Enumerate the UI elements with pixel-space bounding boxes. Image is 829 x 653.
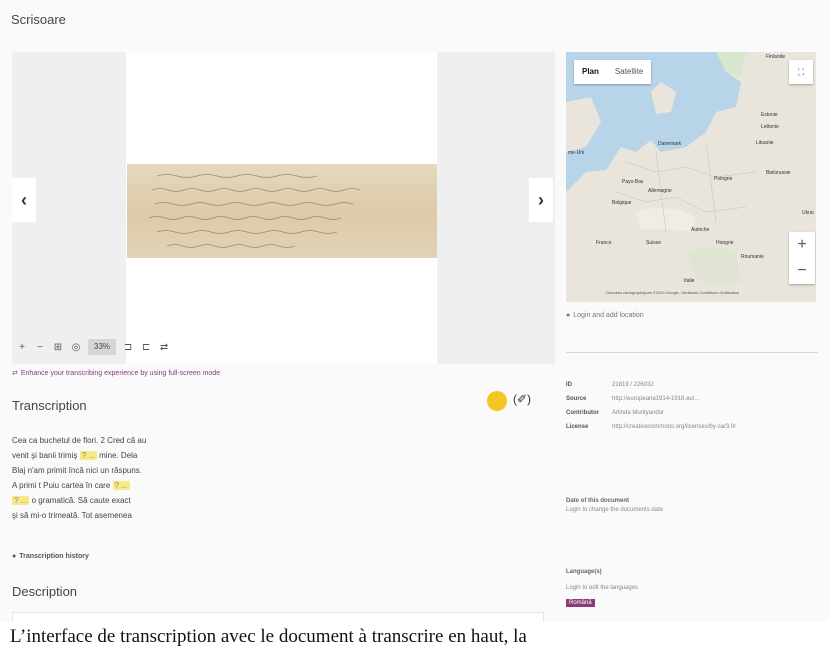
map-label: Italie: [684, 278, 695, 284]
transcription-history-link[interactable]: ● Transcription history: [12, 553, 89, 560]
viewer-toolbar: + − ⊞ ◎ 33% ⊐ ⊏ ⇄: [16, 338, 170, 356]
expand-icon: ⇄: [12, 370, 18, 377]
map-label: Autriche: [691, 227, 710, 233]
map-label: Suisse: [646, 240, 662, 246]
unclear-mark[interactable]: ? ...: [12, 496, 30, 505]
status-dot: [487, 391, 507, 411]
map-tab-satellite[interactable]: Satellite: [607, 60, 651, 84]
map-label: Finlande: [766, 54, 786, 60]
map-zoom-out-button[interactable]: −: [789, 258, 815, 284]
rotate-right-icon[interactable]: ⊏: [140, 339, 152, 355]
map-label: Ukrai: [802, 210, 814, 216]
map-tab-plan[interactable]: Plan: [574, 60, 607, 84]
transcription-line: Cea ca buchetul de flori. 2 Cred că au: [12, 436, 147, 445]
transcription-line: ? ... o gramatică. Să caute exact: [12, 496, 131, 505]
image-caption: L’interface de transcription avec le doc…: [0, 622, 829, 653]
reset-zoom-icon[interactable]: ◎: [70, 339, 82, 355]
map-label: Pays-Bas: [622, 179, 644, 185]
map-zoom-control: + −: [789, 232, 815, 284]
metadata-row: ID 21819 / 226032: [566, 382, 654, 388]
map-label: Danemark: [658, 141, 682, 147]
unclear-mark[interactable]: ? ...: [79, 451, 97, 460]
login-location-text: Login and add location: [573, 312, 644, 319]
fullscreen-link[interactable]: ⇄ Enhance your transcribing experience b…: [12, 369, 221, 378]
page-title: Scrisoare: [11, 12, 66, 27]
map-label: Pologne: [714, 176, 733, 182]
document-viewer[interactable]: ‹ › + − ⊞ ◎ 33% ⊐ ⊏ ⇄: [12, 52, 555, 364]
language-badge: Română: [566, 599, 595, 607]
unclear-mark[interactable]: ? ...: [112, 481, 130, 490]
language-heading: Language(s): [566, 569, 602, 575]
map-type-tabs: Plan Satellite: [574, 60, 652, 84]
transcription-line: Blaj n'am primit încă nici un răspuns.: [12, 466, 143, 475]
zoom-level: 33%: [88, 339, 117, 355]
map-fullscreen-button[interactable]: ⛶: [789, 60, 813, 84]
map-label: Belgique: [612, 200, 632, 206]
metadata-row: Source http://europeana1914-1918.eu/...: [566, 392, 736, 406]
metadata-row: Contributor Arlinda Muntyandor: [566, 410, 665, 416]
page: Scrisoare ‹ › + − ⊞ ◎ 33% ⊐ ⊏ ⇄ ⇄ Enhanc…: [0, 0, 829, 653]
previous-page-button[interactable]: ‹: [12, 178, 36, 222]
license-link[interactable]: http://creativecommons.org/licenses/by-s…: [612, 420, 736, 434]
zoom-in-button[interactable]: +: [16, 339, 28, 355]
map-attribution[interactable]: Données cartographiques ©2019 Google, Ge…: [606, 290, 739, 295]
transcription-text: Cea ca buchetul de flori. 2 Cred că au v…: [12, 433, 242, 523]
map-label: Estonie: [761, 112, 778, 118]
map-label: Bielorussie: [766, 170, 791, 176]
map-label: Lituanie: [756, 140, 774, 146]
location-pin-icon: ●: [566, 312, 571, 319]
language-login-note[interactable]: Login to edit the languages: [566, 585, 638, 591]
map-label: Allemagne: [648, 188, 672, 194]
zoom-out-button[interactable]: −: [34, 339, 46, 355]
divider: [566, 352, 818, 353]
transcription-line: A primi t Puiu cartea în care ? ...: [12, 481, 130, 490]
metadata-table: ID 21819 / 226032 Source http://europeana1…: [566, 378, 736, 434]
history-icon: ●: [12, 553, 17, 560]
source-link[interactable]: http://europeana1914-1918.eu/...: [612, 392, 699, 406]
login-add-location-link[interactable]: ● Login and add location: [566, 312, 644, 319]
location-map[interactable]: Plan Satellite ⛶ Finlande Estonie Letton…: [566, 52, 816, 302]
transcription-line: venit şi banii trimiş ? ... mine. Dela: [12, 451, 138, 460]
next-page-button[interactable]: ›: [529, 178, 553, 222]
metadata-row: License http://creativecommons.org/licens…: [566, 420, 736, 434]
map-label: me-Uni: [568, 150, 585, 156]
map-label: Roumanie: [741, 254, 764, 260]
document-image[interactable]: [127, 164, 437, 258]
transcription-title: Transcription: [12, 398, 87, 413]
description-title: Description: [12, 584, 78, 599]
date-heading: Date of this document: [566, 498, 630, 504]
flip-icon[interactable]: ⇄: [158, 339, 170, 355]
history-label: Transcription history: [19, 553, 89, 560]
rotate-left-icon[interactable]: ⊐: [122, 339, 134, 355]
transcription-line: şi să mi-o trimeată. Tot asemenea: [12, 511, 132, 520]
map-label: France: [596, 240, 612, 246]
map-label: Hongrie: [716, 240, 734, 246]
edit-transcription-button[interactable]: (✐): [513, 392, 531, 406]
fullscreen-link-text: Enhance your transcribing experience by …: [20, 369, 221, 377]
map-zoom-in-button[interactable]: +: [789, 232, 815, 258]
date-login-note[interactable]: Login to change the documents date: [566, 507, 663, 513]
fit-icon[interactable]: ⊞: [52, 339, 64, 355]
map-label: Lettonie: [761, 124, 779, 130]
